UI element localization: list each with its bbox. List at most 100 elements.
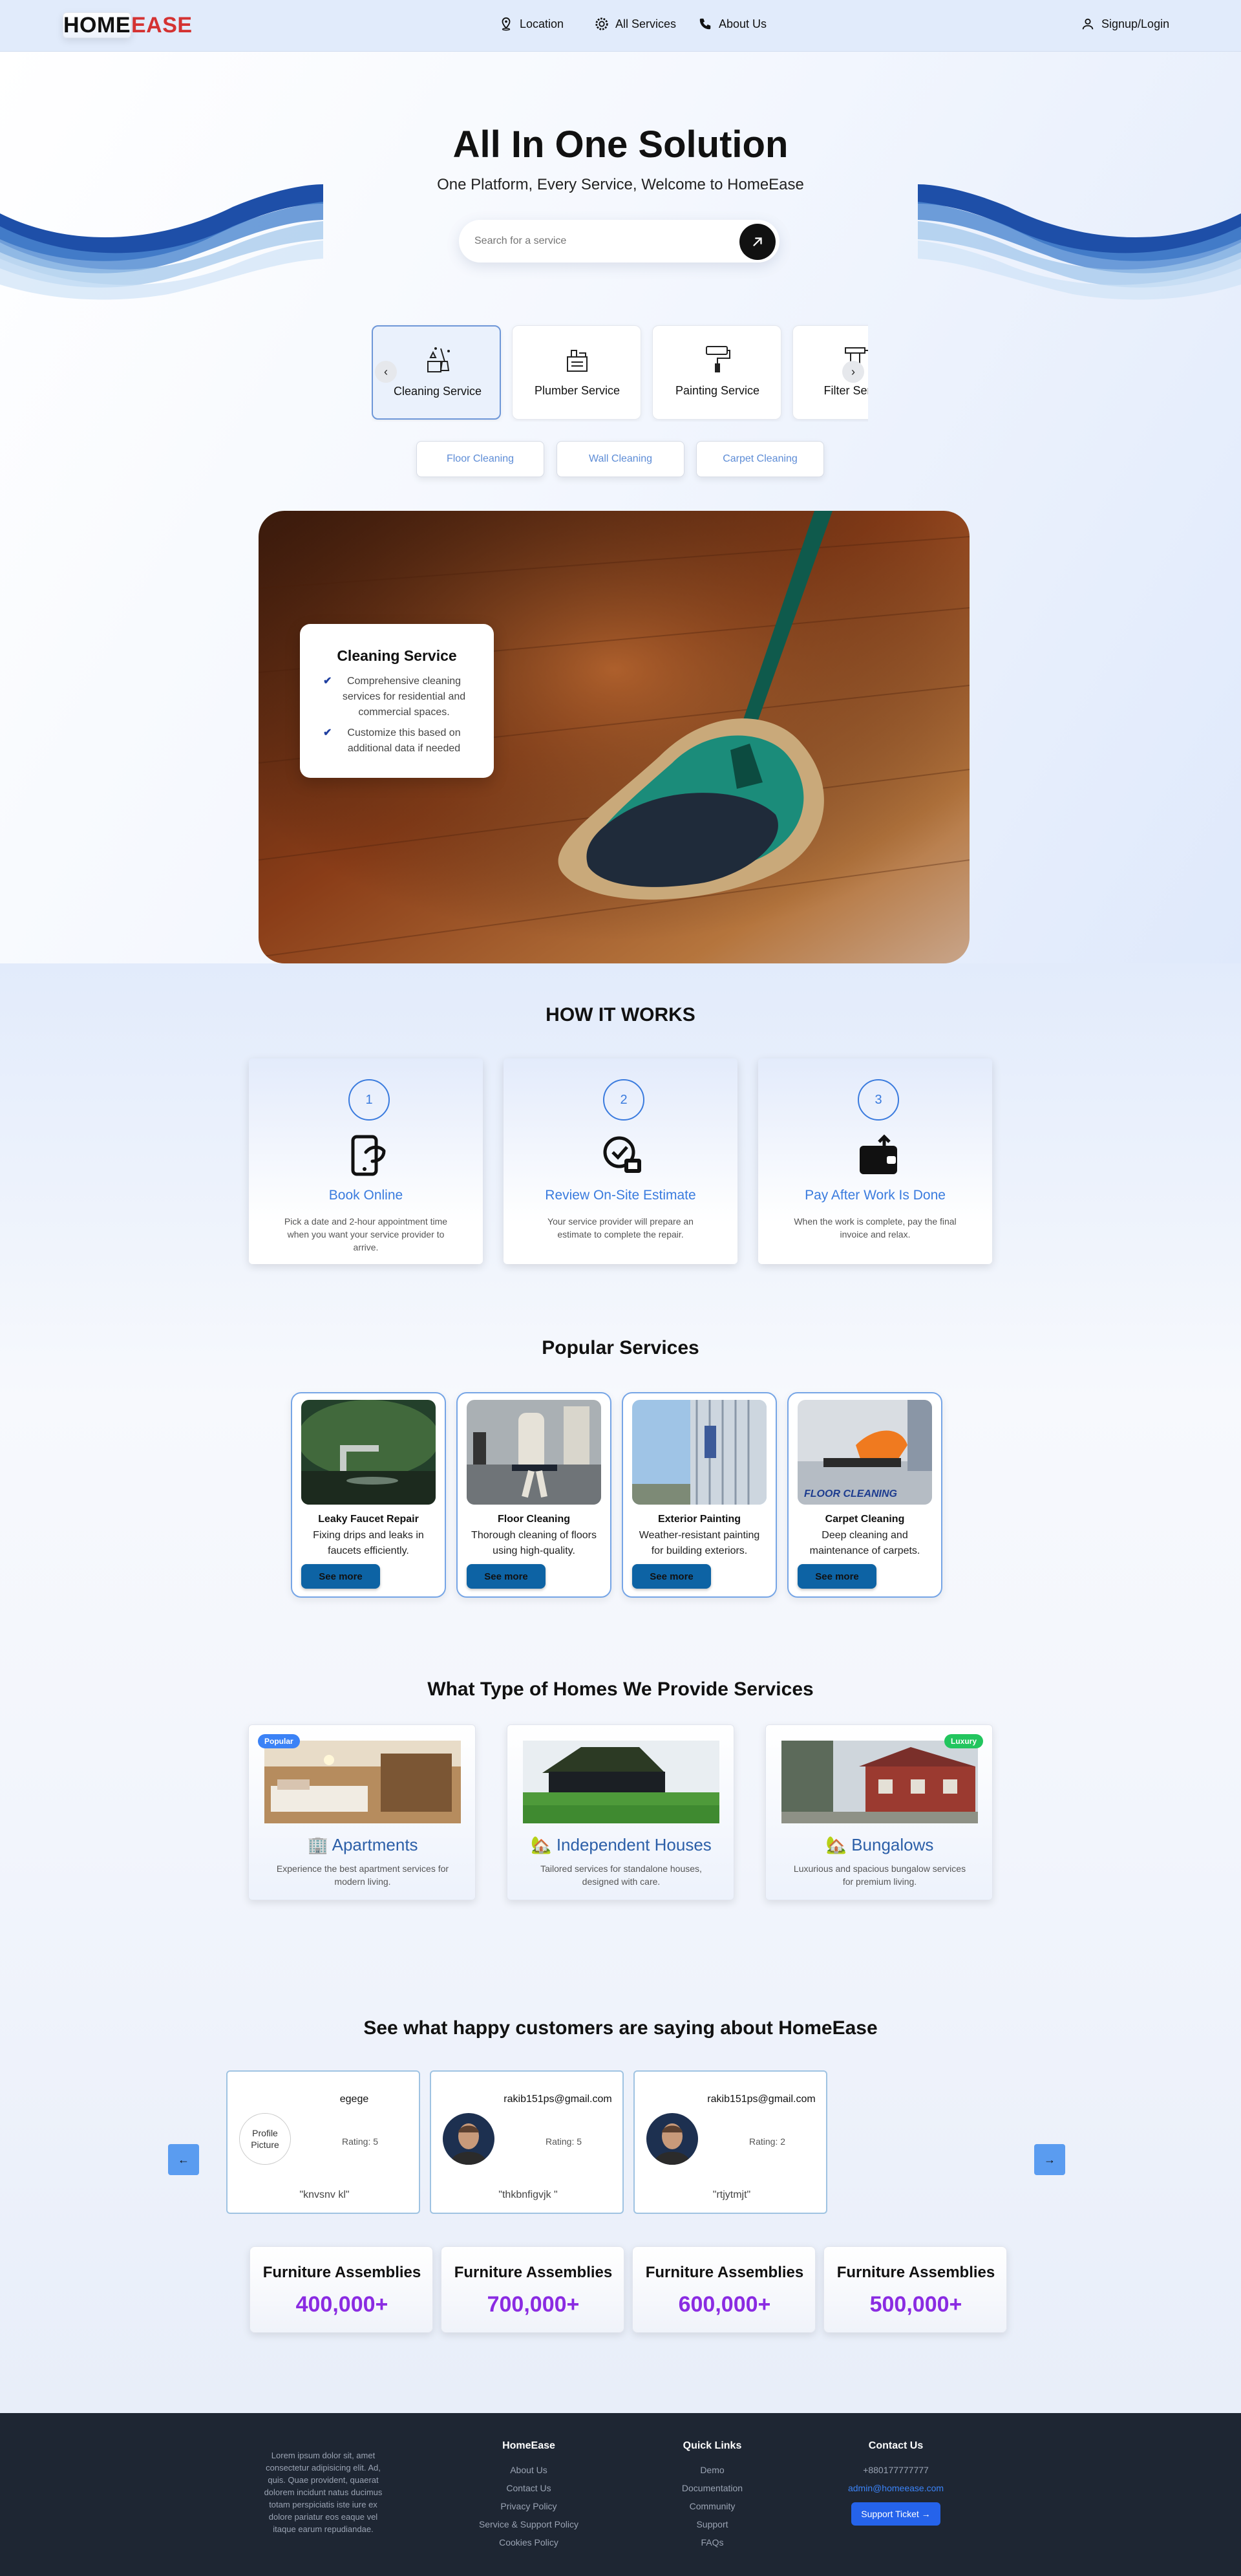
- how-it-works-title: HOW IT WORKS: [546, 1004, 695, 1025]
- home-card-description: Experience the best apartment services f…: [276, 1863, 449, 1887]
- footer-link-contact[interactable]: Contact Us: [464, 2479, 593, 2497]
- footer-email-link[interactable]: admin@homeease.com: [831, 2479, 960, 2497]
- testimonial-card: egege Profile Picture Rating: 5 "knvsnv …: [226, 2070, 420, 2214]
- testimonial-next-button[interactable]: →: [1034, 2144, 1065, 2175]
- footer-link-service-policy[interactable]: Service & Support Policy: [464, 2515, 593, 2533]
- feature-point: ✔ Customize this based on additional data…: [323, 725, 476, 757]
- home-card-independent-houses[interactable]: 🏡 Independent Houses Tailored services f…: [507, 1724, 734, 1900]
- estimate-icon: [603, 1136, 641, 1173]
- exterior-painting-image: [632, 1400, 767, 1505]
- stat-label: Furniture Assemblies: [645, 2264, 804, 2281]
- sub-service-wall-cleaning[interactable]: Wall Cleaning: [557, 441, 684, 477]
- home-card-bungalows[interactable]: Luxury 🏡 Bungalows Luxurious and spaciou…: [765, 1724, 993, 1900]
- faucet-image: [301, 1400, 436, 1505]
- popular-card-title: Leaky Faucet Repair: [318, 1514, 419, 1525]
- step-number: 3: [858, 1079, 899, 1121]
- footer-column-contact: Contact Us +880177777777 admin@homeease.…: [831, 2440, 960, 2526]
- footer-heading: Quick Links: [683, 2440, 742, 2451]
- hero-subtitle: One Platform, Every Service, Welcome to …: [437, 176, 804, 193]
- brand-logo[interactable]: HOMEEASE: [63, 12, 193, 38]
- see-more-button[interactable]: See more: [467, 1564, 546, 1589]
- carousel-next-button[interactable]: ›: [842, 361, 864, 383]
- stat-card: Furniture Assemblies 700,000+: [441, 2246, 624, 2333]
- popular-card-description: Weather-resistant painting for building …: [639, 1530, 760, 1556]
- testimonial-name: rakib151ps@gmail.com: [504, 2094, 612, 2105]
- avatar-placeholder: Profile Picture: [239, 2113, 291, 2165]
- testimonial-prev-button[interactable]: ←: [168, 2144, 199, 2175]
- testimonial-quote: "knvsnv kl": [299, 2189, 350, 2200]
- stat-value: 500,000+: [869, 2292, 962, 2317]
- popular-badge: Popular: [258, 1734, 300, 1748]
- footer-link-documentation[interactable]: Documentation: [648, 2479, 777, 2497]
- home-card-title: 🏡 Bungalows: [825, 1835, 934, 1854]
- service-label: Cleaning Service: [393, 385, 482, 398]
- stat-label: Furniture Assemblies: [454, 2264, 613, 2281]
- see-more-button[interactable]: See more: [632, 1564, 711, 1589]
- testimonial-card: rakib151ps@gmail.com Rating: 5 "thkbnfig…: [430, 2070, 624, 2214]
- apartment-image: [264, 1741, 461, 1823]
- feature-point: ✔ Comprehensive cleaning services for res…: [323, 674, 476, 720]
- footer-link-community[interactable]: Community: [648, 2497, 777, 2515]
- book-online-icon: [351, 1135, 386, 1176]
- footer-link-cookies[interactable]: Cookies Policy: [464, 2533, 593, 2551]
- search-submit-button[interactable]: [739, 224, 776, 260]
- footer-link-faqs[interactable]: FAQs: [648, 2533, 777, 2551]
- check-icon: ✔: [323, 727, 332, 738]
- footer-link-about[interactable]: About Us: [464, 2461, 593, 2479]
- support-ticket-button[interactable]: Support Ticket →: [851, 2502, 940, 2526]
- footer-about-text: Lorem ipsum dolor sit, amet consectetur …: [264, 2451, 383, 2534]
- avatar: [443, 2113, 494, 2165]
- service-card-plumber[interactable]: Plumber Service: [512, 325, 641, 420]
- location-pin-icon: [502, 17, 511, 31]
- nav-location[interactable]: Location: [499, 17, 564, 31]
- popular-card-exterior: Exterior Painting Weather-resistant pain…: [622, 1392, 777, 1598]
- stat-value: 400,000+: [295, 2292, 388, 2317]
- footer-link-privacy[interactable]: Privacy Policy: [464, 2497, 593, 2515]
- feature-info-card: Cleaning Service ✔ Comprehensive cleaning…: [300, 624, 494, 778]
- footer-link-demo[interactable]: Demo: [648, 2461, 777, 2479]
- footer-column-quick-links: Quick Links Demo Documentation Community…: [648, 2440, 777, 2551]
- luxury-badge: Luxury: [944, 1734, 983, 1748]
- step-title: Pay After Work Is Done: [805, 1188, 946, 1203]
- search-input[interactable]: [474, 231, 720, 251]
- paint-roller-icon: [706, 346, 730, 372]
- stat-value: 600,000+: [678, 2292, 771, 2317]
- bungalow-image: [781, 1741, 978, 1823]
- sub-service-floor-cleaning[interactable]: Floor Cleaning: [416, 441, 544, 477]
- hero-title: All In One Solution: [452, 123, 789, 166]
- wallet-icon: [860, 1134, 897, 1174]
- cleaning-icon: [427, 347, 450, 372]
- nav-about-us[interactable]: About Us: [698, 17, 767, 31]
- home-card-apartments[interactable]: Popular 🏢 Apartments Experience the best…: [248, 1724, 476, 1900]
- building-icon: 🏢: [307, 1835, 328, 1854]
- step-title: Review On-Site Estimate: [545, 1188, 696, 1203]
- popular-card-title: Exterior Painting: [657, 1514, 741, 1525]
- step-number: 2: [603, 1079, 644, 1121]
- feature-points: ✔ Comprehensive cleaning services for res…: [323, 674, 476, 757]
- footer: [0, 2413, 1241, 2576]
- footer-phone: +880177777777: [863, 2465, 929, 2475]
- service-card-painting[interactable]: Painting Service: [652, 325, 781, 420]
- feature-title: Cleaning Service: [337, 647, 457, 664]
- nav-signup-login[interactable]: Signup/Login: [1081, 17, 1169, 31]
- top-navbar: HOMEEASE Location All Services About Us …: [0, 0, 1241, 52]
- step-description: Pick a date and 2-hour appointment time …: [284, 1216, 448, 1252]
- nav-all-services[interactable]: All Services: [595, 17, 676, 31]
- footer-column-homeease: HomeEase About Us Contact Us Privacy Pol…: [464, 2440, 593, 2551]
- popular-card-description: Deep cleaning and maintenance of carpets…: [809, 1530, 920, 1556]
- sub-service-carpet-cleaning[interactable]: Carpet Cleaning: [696, 441, 824, 477]
- service-label: Plumber Service: [534, 384, 620, 397]
- popular-card-title: Floor Cleaning: [498, 1514, 570, 1525]
- stat-card: Furniture Assemblies 500,000+: [823, 2246, 1007, 2333]
- home-card-title: 🏢 Apartments: [307, 1835, 418, 1854]
- carousel-prev-button[interactable]: ‹: [375, 361, 397, 383]
- see-more-button[interactable]: See more: [798, 1564, 876, 1589]
- testimonial-name: egege: [339, 2094, 369, 2105]
- footer-link-support[interactable]: Support: [648, 2515, 777, 2533]
- step-card-1: 1 Book Online Pick a date and 2-hour app…: [249, 1058, 483, 1264]
- see-more-button[interactable]: See more: [301, 1564, 380, 1589]
- search-bar: [459, 220, 780, 263]
- chevron-left-icon: ‹: [384, 365, 388, 378]
- step-number: 1: [348, 1079, 390, 1121]
- testimonials-title: See what happy customers are saying abou…: [363, 2017, 878, 2039]
